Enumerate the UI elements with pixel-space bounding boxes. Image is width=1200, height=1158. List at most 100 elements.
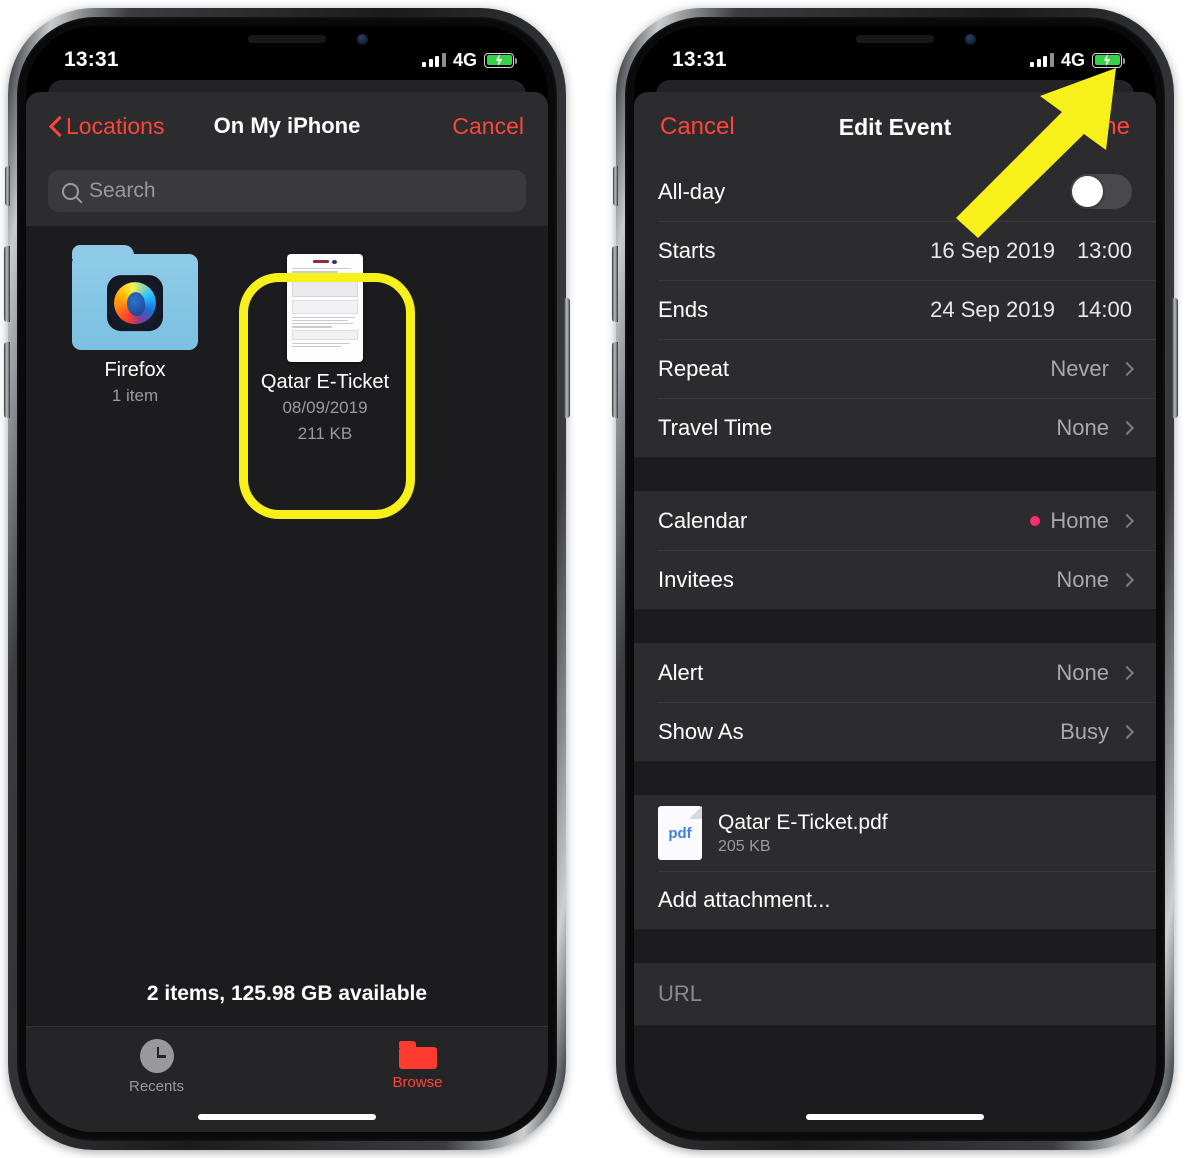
calendar-group: Calendar Home Invitees None bbox=[634, 491, 1156, 609]
folder-icon bbox=[72, 245, 198, 350]
pdf-icon-label: pdf bbox=[668, 824, 692, 842]
row-value: None bbox=[1056, 659, 1109, 685]
mute-switch[interactable] bbox=[5, 166, 10, 206]
row-label: Calendar bbox=[658, 507, 748, 533]
all-day-toggle[interactable] bbox=[1070, 174, 1132, 209]
signal-bars-icon bbox=[1030, 53, 1054, 67]
firefox-icon bbox=[107, 275, 163, 332]
section-divider bbox=[634, 609, 1156, 643]
row-value: Busy bbox=[1060, 718, 1109, 744]
row-invitees[interactable]: Invitees None bbox=[634, 550, 1156, 609]
chevron-right-icon bbox=[1119, 361, 1135, 376]
row-show-as[interactable]: Show As Busy bbox=[634, 702, 1156, 761]
pdf-file-icon: pdf bbox=[658, 806, 702, 860]
right-phone-screen: 13:31 4G Cancel Edit Event Done All-day … bbox=[634, 26, 1156, 1132]
row-all-day[interactable]: All-day bbox=[634, 162, 1156, 221]
url-placeholder: URL bbox=[658, 981, 703, 1006]
chevron-right-icon bbox=[1119, 724, 1135, 739]
row-label: Alert bbox=[658, 659, 704, 685]
row-alert[interactable]: Alert None bbox=[634, 643, 1156, 702]
cancel-button[interactable]: Cancel bbox=[452, 113, 524, 140]
tab-browse[interactable]: Browse bbox=[287, 1039, 548, 1091]
section-divider bbox=[634, 457, 1156, 491]
status-time: 13:31 bbox=[64, 48, 119, 71]
attachments-group: pdf Qatar E-Ticket.pdf 205 KB Add attach… bbox=[634, 795, 1156, 929]
row-label: Starts bbox=[658, 237, 716, 263]
page-title: On My iPhone bbox=[213, 113, 361, 138]
back-to-locations-button[interactable]: Locations bbox=[50, 113, 164, 140]
file-date: 08/09/2019 bbox=[282, 398, 368, 417]
add-attachment-button[interactable]: Add attachment... bbox=[634, 871, 1156, 929]
charging-bolt-icon bbox=[495, 53, 503, 67]
row-label: All-day bbox=[658, 178, 726, 204]
volume-up-button[interactable] bbox=[4, 246, 10, 322]
home-indicator[interactable] bbox=[198, 1114, 376, 1120]
network-label: 4G bbox=[1060, 49, 1085, 70]
row-label: Ends bbox=[658, 296, 709, 322]
volume-down-button[interactable] bbox=[4, 342, 10, 418]
file-item-qatar-eticket[interactable]: Qatar E-Ticket 08/09/2019 211 KB bbox=[250, 254, 400, 446]
alert-group: Alert None Show As Busy bbox=[634, 643, 1156, 761]
row-value: Home bbox=[1050, 507, 1109, 533]
ends-time: 14:00 bbox=[1076, 296, 1132, 322]
file-item-firefox[interactable]: Firefox 1 item bbox=[60, 245, 210, 446]
volume-down-button[interactable] bbox=[612, 342, 618, 418]
status-time: 13:31 bbox=[672, 48, 727, 71]
attachment-size: 205 KB bbox=[718, 837, 771, 855]
status-indicators: 4G bbox=[1030, 49, 1125, 71]
volume-up-button[interactable] bbox=[612, 246, 618, 322]
search-placeholder: Search bbox=[89, 179, 156, 202]
done-button[interactable]: Done bbox=[1073, 113, 1130, 141]
screenshot-stage: 13:31 4G Locations On My iPhone Cancel S… bbox=[0, 0, 1200, 1158]
clock-icon bbox=[139, 1039, 174, 1073]
power-button[interactable] bbox=[1172, 298, 1178, 418]
left-phone: 13:31 4G Locations On My iPhone Cancel S… bbox=[4, 8, 570, 1150]
section-divider bbox=[634, 761, 1156, 795]
row-ends[interactable]: Ends 24 Sep 2019 14:00 bbox=[634, 280, 1156, 339]
attachment-name: Qatar E-Ticket.pdf bbox=[718, 810, 888, 834]
row-repeat[interactable]: Repeat Never bbox=[634, 339, 1156, 398]
cancel-button[interactable]: Cancel bbox=[660, 113, 735, 141]
calendar-color-dot-icon bbox=[1030, 515, 1041, 526]
left-phone-screen: 13:31 4G Locations On My iPhone Cancel S… bbox=[26, 26, 548, 1132]
search-input[interactable]: Search bbox=[48, 170, 526, 212]
folder-icon bbox=[398, 1041, 437, 1069]
file-meta: 1 item bbox=[111, 386, 159, 405]
starts-time: 13:00 bbox=[1076, 237, 1132, 263]
storage-status-text: 2 items, 125.98 GB available bbox=[146, 982, 428, 1005]
chevron-right-icon bbox=[1119, 420, 1135, 435]
row-label: Repeat bbox=[658, 355, 729, 381]
row-travel-time[interactable]: Travel Time None bbox=[634, 398, 1156, 457]
notch bbox=[788, 26, 1002, 60]
earpiece-speaker-icon bbox=[856, 35, 934, 43]
power-button[interactable] bbox=[564, 298, 570, 418]
file-grid: Firefox 1 item Qatar E-Ticket 08/09/2019… bbox=[26, 226, 548, 446]
files-navigation-bar: Locations On My iPhone Cancel bbox=[26, 92, 548, 160]
attachment-item[interactable]: pdf Qatar E-Ticket.pdf 205 KB bbox=[634, 795, 1156, 871]
page-title: Edit Event bbox=[838, 113, 952, 140]
search-container: Search bbox=[26, 160, 548, 226]
row-calendar[interactable]: Calendar Home bbox=[634, 491, 1156, 550]
back-button-label: Locations bbox=[66, 112, 165, 139]
row-value: None bbox=[1056, 566, 1109, 592]
edit-event-sheet: Cancel Edit Event Done All-day Starts 16… bbox=[634, 92, 1156, 1132]
document-thumbnail-icon bbox=[287, 254, 363, 362]
attachment-text: Qatar E-Ticket.pdf 205 KB bbox=[718, 811, 888, 856]
notch bbox=[180, 26, 394, 60]
row-starts[interactable]: Starts 16 Sep 2019 13:00 bbox=[634, 221, 1156, 280]
file-name: Firefox bbox=[104, 359, 166, 381]
tab-recents[interactable]: Recents bbox=[26, 1039, 287, 1095]
file-size: 211 KB bbox=[297, 423, 353, 443]
url-field[interactable]: URL bbox=[634, 963, 1156, 1025]
status-indicators: 4G bbox=[422, 50, 517, 71]
chevron-right-icon bbox=[1119, 572, 1135, 587]
search-icon bbox=[62, 182, 79, 200]
right-phone: 13:31 4G Cancel Edit Event Done All-day … bbox=[612, 8, 1178, 1150]
home-indicator[interactable] bbox=[806, 1114, 984, 1120]
earpiece-speaker-icon bbox=[248, 35, 326, 43]
mute-switch[interactable] bbox=[613, 166, 618, 206]
charging-bolt-icon bbox=[1103, 53, 1111, 67]
chevron-left-icon bbox=[50, 116, 62, 136]
chevron-right-icon bbox=[1119, 513, 1135, 528]
front-camera-icon bbox=[357, 34, 368, 45]
